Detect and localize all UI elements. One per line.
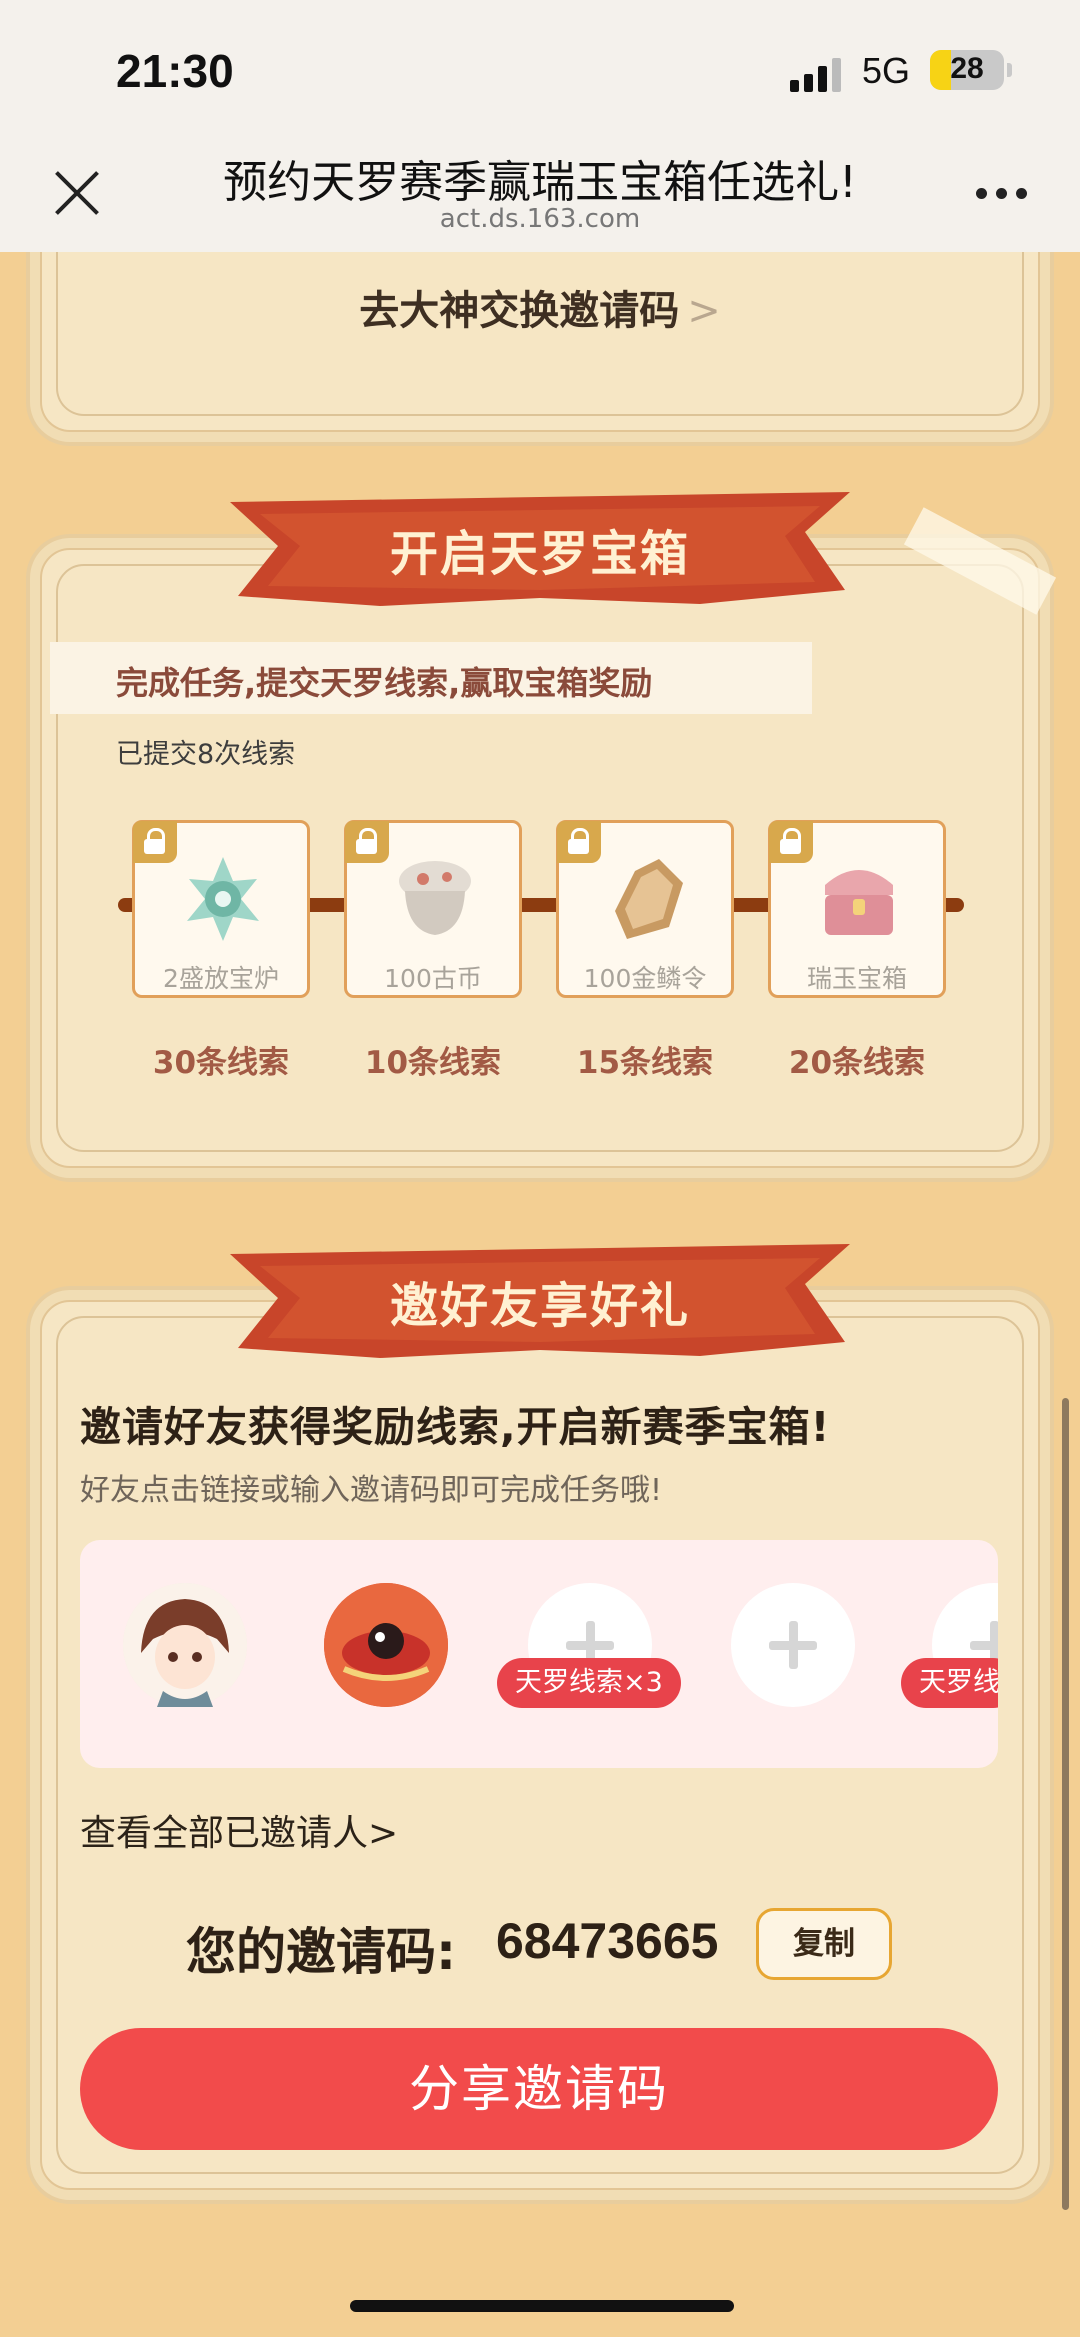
- reward-name: 100金鳞令: [583, 964, 707, 993]
- reward-card[interactable]: 100古币: [344, 820, 522, 998]
- reward-clues: 30条线索: [152, 1045, 290, 1081]
- task-strip: 完成任务,提交天罗线索,赢取宝箱奖励: [50, 642, 812, 714]
- share-code-button[interactable]: 分享邀请码: [80, 2028, 998, 2150]
- invite-subtitle: 好友点击链接或输入邀请码即可完成任务哦!: [80, 1473, 663, 1508]
- reward-card[interactable]: 100金鳞令: [556, 820, 734, 998]
- invite-banner-title: 邀好友享好礼: [389, 1278, 690, 1334]
- more-icon[interactable]: [976, 188, 1028, 200]
- battery-tip: [1007, 63, 1012, 77]
- lock-icon: [133, 821, 177, 863]
- slot-reward-badge: 天罗线索×3: [497, 1658, 681, 1708]
- reward-name: 100古币: [384, 964, 482, 993]
- treasure-banner-title: 开启天罗宝箱: [389, 526, 690, 582]
- page-url: act.ds.163.com: [439, 204, 641, 234]
- reward-name: 瑞玉宝箱: [806, 964, 907, 993]
- invite-code-value: 68473665: [496, 1913, 719, 1969]
- close-icon[interactable]: [52, 168, 102, 218]
- battery-level: 28: [950, 52, 984, 85]
- friend-avatar: [324, 1583, 448, 1707]
- reward-clues: 10条线索: [364, 1045, 502, 1081]
- chest-icon: [825, 870, 893, 935]
- network-type: 5G: [862, 50, 911, 91]
- exchange-code-label: 去大神交换邀请码: [359, 288, 680, 334]
- status-time: 21:30: [116, 45, 234, 97]
- invite-code-label: 您的邀请码:: [186, 1923, 456, 1981]
- see-all-invited-link[interactable]: 查看全部已邀请人>: [80, 1804, 398, 1856]
- reward-clues: 15条线索: [576, 1045, 714, 1081]
- signal-icon: [790, 56, 844, 92]
- lantern-icon: [187, 857, 259, 941]
- nav-bar: 预约天罗赛季赢瑞玉宝箱任选礼! act.ds.163.com: [0, 140, 1080, 252]
- copy-button[interactable]: 复制: [756, 1908, 892, 1980]
- reward-clues: 20条线索: [788, 1045, 926, 1081]
- scrollbar[interactable]: [1062, 1398, 1069, 2210]
- battery-icon: 28: [930, 50, 1004, 90]
- reward-name: 2盛放宝炉: [163, 964, 279, 993]
- reward-card[interactable]: 2盛放宝炉: [132, 820, 310, 998]
- friend-avatar: [123, 1583, 247, 1707]
- page: 21:30 5G 28 预约天罗赛季赢瑞玉宝箱任选礼! act.ds.163.c…: [0, 0, 1080, 2337]
- avatar-icon: [123, 1583, 247, 1707]
- shield-icon: [615, 859, 683, 939]
- task-text: 完成任务,提交天罗线索,赢取宝箱奖励: [116, 664, 653, 702]
- invite-banner: 邀好友享好礼: [220, 1244, 860, 1364]
- chevron-right-icon: >: [687, 288, 721, 334]
- slot-reward-badge: 天罗线: [901, 1658, 998, 1708]
- page-title: 预约天罗赛季赢瑞玉宝箱任选礼!: [223, 157, 857, 208]
- submitted-count: 已提交8次线索: [116, 739, 296, 770]
- avatar-icon: [324, 1583, 448, 1707]
- status-bar: 21:30 5G 28: [0, 0, 1080, 140]
- treasure-banner: 开启天罗宝箱: [220, 492, 860, 612]
- home-indicator[interactable]: [350, 2300, 734, 2312]
- lock-icon: [769, 821, 813, 863]
- pot-icon: [399, 861, 471, 935]
- exchange-code-link[interactable]: 去大神交换邀请码 >: [0, 278, 1080, 336]
- lock-icon: [345, 821, 389, 863]
- lock-icon: [557, 821, 601, 863]
- reward-card[interactable]: 瑞玉宝箱: [768, 820, 946, 998]
- add-friend-slot[interactable]: [731, 1583, 855, 1707]
- invite-title: 邀请好友获得奖励线索,开启新赛季宝箱!: [80, 1403, 831, 1451]
- invited-friends-list[interactable]: 天罗线索×3 天罗线: [80, 1540, 998, 1768]
